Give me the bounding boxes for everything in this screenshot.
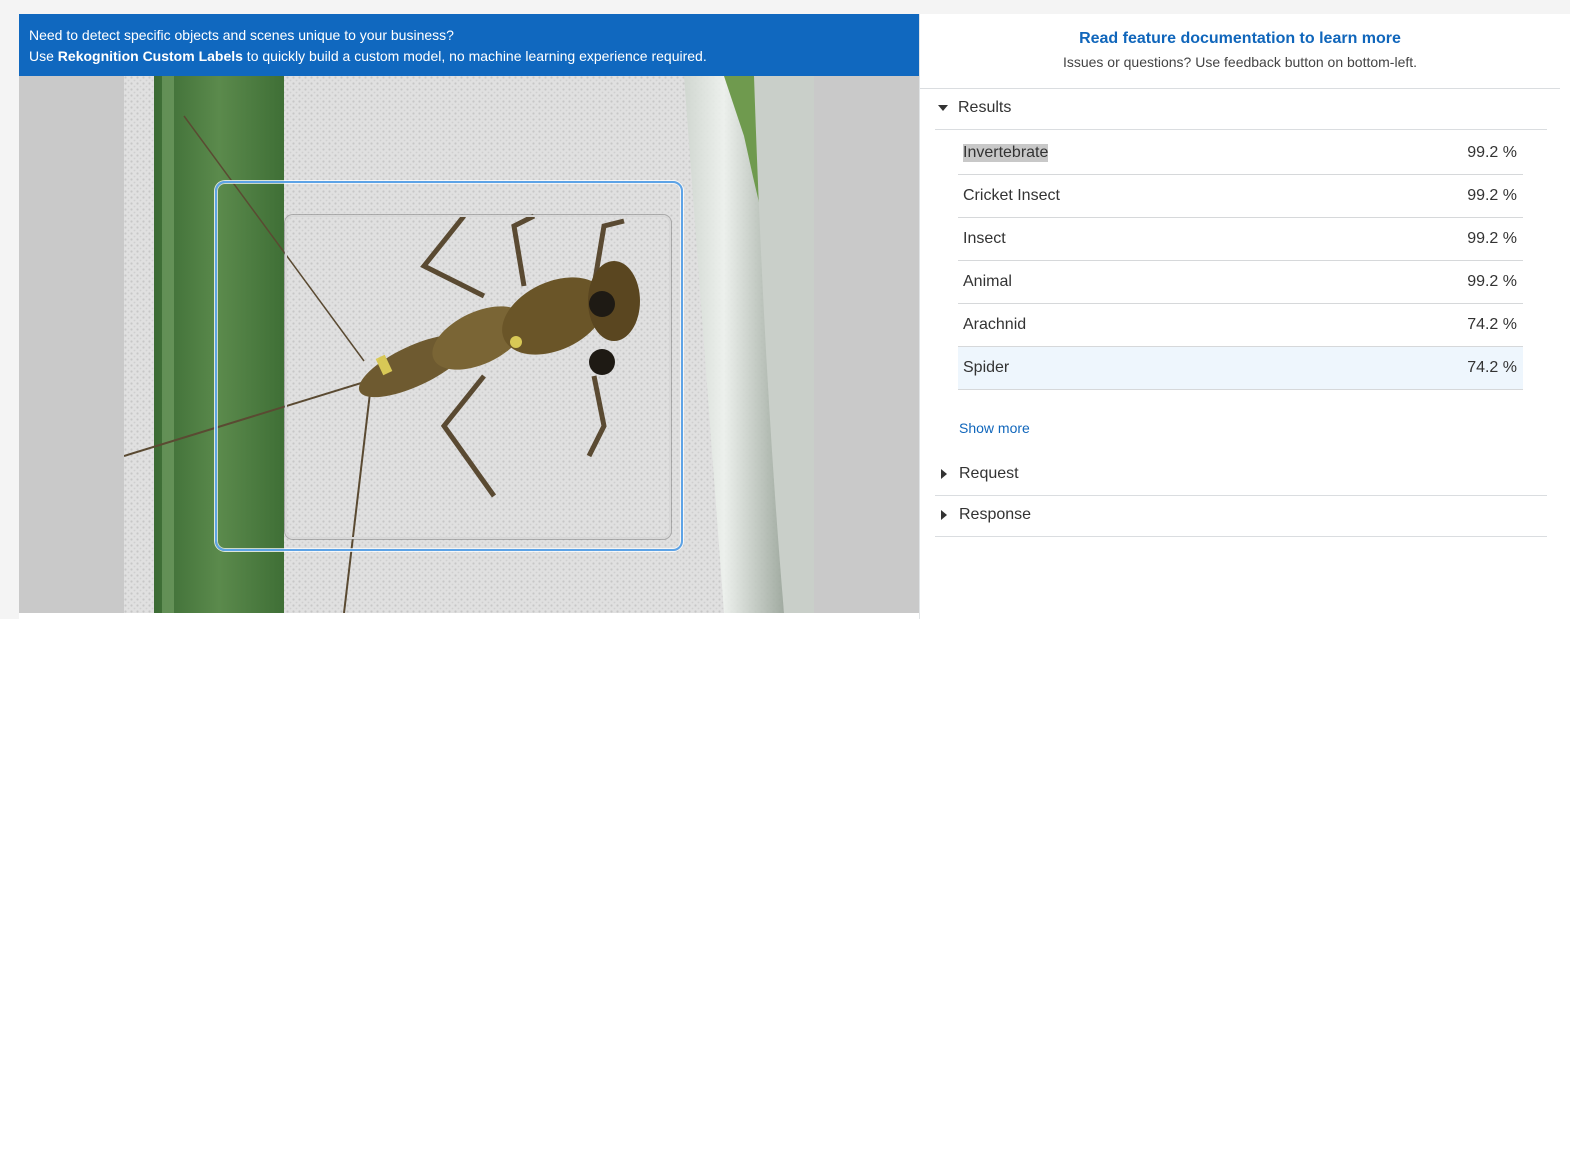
- result-row-arachnid[interactable]: Arachnid 74.2 %: [958, 304, 1523, 347]
- response-section-title: Response: [959, 506, 1032, 523]
- banner-line-2: Use Rekognition Custom Labels to quickly…: [29, 46, 909, 67]
- result-row-animal[interactable]: Animal 99.2 %: [958, 261, 1523, 304]
- request-divider: [935, 495, 1547, 496]
- result-label: Spider: [963, 359, 1010, 376]
- image-viewer: [19, 76, 919, 613]
- result-confidence: 99.2 %: [1467, 187, 1517, 204]
- banner-line-2-prefix: Use: [29, 48, 58, 64]
- custom-labels-link[interactable]: Rekognition Custom Labels: [58, 48, 243, 64]
- request-section-toggle[interactable]: Request: [938, 463, 1019, 485]
- header-divider: [920, 88, 1560, 89]
- response-section-toggle[interactable]: Response: [938, 504, 1031, 526]
- results-table: Invertebrate 99.2 % Cricket Insect 99.2 …: [958, 132, 1523, 390]
- documentation-link[interactable]: Read feature documentation to learn more: [920, 30, 1560, 48]
- result-confidence: 99.2 %: [1467, 144, 1517, 161]
- request-section-title: Request: [959, 465, 1019, 482]
- left-gutter: [0, 14, 19, 619]
- feedback-note: Issues or questions? Use feedback button…: [1062, 54, 1418, 70]
- result-row-spider[interactable]: Spider 74.2 %: [958, 347, 1523, 390]
- caret-right-icon: [941, 469, 947, 479]
- result-label: Animal: [963, 273, 1012, 290]
- show-more-link[interactable]: Show more: [959, 420, 1030, 436]
- result-confidence: 99.2 %: [1467, 273, 1517, 290]
- image-panel: Need to detect specific objects and scen…: [19, 14, 920, 619]
- result-confidence: 74.2 %: [1467, 316, 1517, 333]
- result-confidence: 74.2 %: [1467, 359, 1517, 376]
- results-panel: Read feature documentation to learn more…: [920, 14, 1570, 619]
- result-row-cricket-insect[interactable]: Cricket Insect 99.2 %: [958, 175, 1523, 218]
- caret-down-icon: [938, 105, 948, 111]
- custom-labels-banner: Need to detect specific objects and scen…: [19, 14, 919, 76]
- banner-line-2-suffix: to quickly build a custom model, no mach…: [242, 48, 707, 64]
- result-label: Cricket Insect: [963, 187, 1060, 204]
- result-label: Arachnid: [963, 316, 1027, 333]
- banner-line-1: Need to detect specific objects and scen…: [29, 27, 454, 43]
- bounding-box[interactable]: [285, 215, 671, 539]
- result-confidence: 99.2 %: [1467, 230, 1517, 247]
- results-section-title: Results: [958, 99, 1012, 116]
- result-label: Insect: [963, 230, 1006, 247]
- result-label: Invertebrate: [963, 144, 1049, 162]
- top-strip: [0, 0, 1570, 14]
- response-divider: [935, 536, 1547, 537]
- results-divider: [935, 129, 1547, 130]
- results-section-toggle[interactable]: Results: [938, 97, 1011, 119]
- result-row-insect[interactable]: Insect 99.2 %: [958, 218, 1523, 261]
- caret-right-icon: [941, 510, 947, 520]
- result-row-invertebrate[interactable]: Invertebrate 99.2 %: [958, 132, 1523, 175]
